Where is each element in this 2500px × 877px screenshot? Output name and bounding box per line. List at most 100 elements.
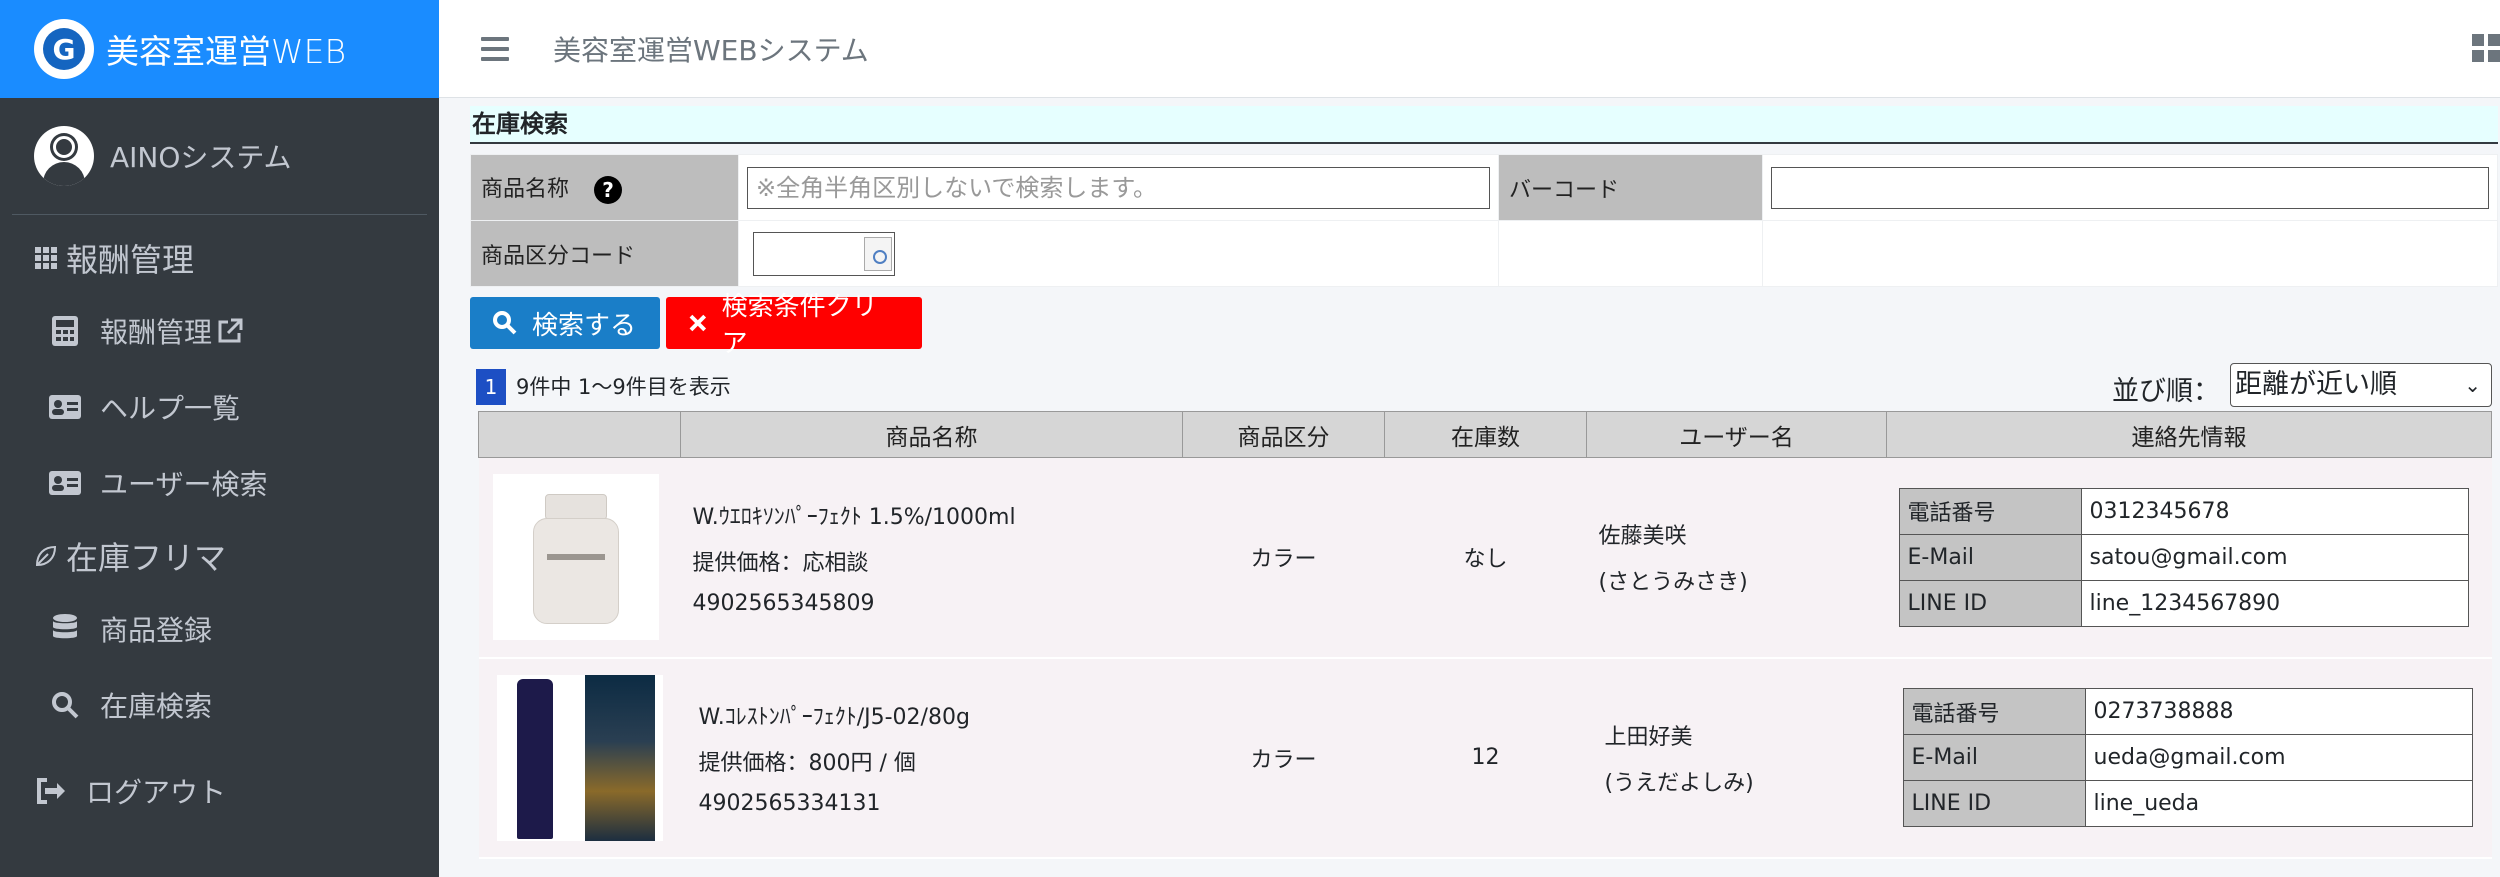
user-kana: (さとうみさき): [1598, 570, 1748, 596]
line-value: line_ueda: [2084, 780, 2473, 827]
sidebar: G 美容室運営WEB AINOシステム 報酬管理 報酬管理 ヘルプ一覧 ユーザー…: [0, 0, 439, 877]
contact-table: 電話番号 0312345678 E-Mail satou@gmail.com LIN…: [1898, 487, 2469, 627]
product-image-cell: [478, 457, 681, 659]
clear-button-label: 検索条件クリア: [721, 292, 878, 359]
product-image[interactable]: [492, 474, 659, 641]
page-title: 美容室運営WEBシステム: [553, 33, 869, 67]
leaf-icon: [35, 545, 57, 567]
search-button-label: 検索する: [532, 310, 637, 341]
col-header-category: 商品区分: [1182, 411, 1385, 458]
results-table: 商品名称 商品区分 在庫数 ユーザー名 連絡先情報 W.ｳｴﾛｷｿﾝﾊﾟｰﾌｪｸ…: [478, 411, 2492, 859]
grid-icon: [35, 247, 57, 269]
product-price: 提供価格：応相談: [692, 550, 869, 576]
logout-icon: [34, 774, 68, 808]
nav-header-label: 在庫フリマ: [66, 539, 227, 577]
col-header-user: ユーザー名: [1586, 411, 1887, 458]
user-kana: (うえだよしみ): [1604, 770, 1754, 796]
help-icon[interactable]: ?: [594, 176, 623, 204]
search-form: 商品名称 ? ※全角半角区別しないで検索します。 バーコード 商品区分コード: [470, 154, 2498, 287]
product-name-label-cell: 商品名称 ?: [470, 154, 739, 221]
id-card-icon: [48, 466, 82, 500]
stock-count: なし: [1384, 457, 1587, 659]
button-row: 検索する 検索条件クリア: [470, 292, 2500, 359]
col-header-stock: 在庫数: [1384, 411, 1587, 458]
table-row[interactable]: W.ｳｴﾛｷｿﾝﾊﾟｰﾌｪｸﾄ 1.5%/1000ml 提供価格：応相談 490…: [478, 457, 2492, 659]
close-icon: [689, 314, 707, 332]
line-value: line_1234567890: [2080, 579, 2469, 627]
product-name-cell: ※全角半角区別しないで検索します。: [738, 154, 1499, 221]
phone-key: 電話番号: [1902, 688, 2086, 735]
clear-conditions-button[interactable]: 検索条件クリア: [666, 292, 922, 359]
calculator-icon: [48, 314, 82, 348]
search-icon: [493, 311, 517, 335]
lookup-search-icon[interactable]: [864, 236, 892, 271]
product-category: カラー: [1182, 657, 1385, 859]
brand-name: 美容室運営WEB: [106, 25, 346, 73]
result-summary: 1 9件中 1～9件目を表示 並び順： 距離が近い順 ⌄: [470, 363, 2500, 409]
nav-header-flea-market: 在庫フリマ: [0, 521, 439, 591]
id-card-icon: [48, 390, 82, 424]
sidebar-item-stock-search[interactable]: 在庫検索: [0, 667, 439, 743]
sidebar-item-reward[interactable]: 報酬管理: [0, 293, 439, 369]
user-cell: 上田好美 (うえだよしみ): [1586, 657, 1887, 859]
product-image-cell: [478, 657, 681, 859]
nav-header-label: 報酬管理: [66, 241, 195, 279]
barcode-label: バーコード: [1498, 154, 1763, 221]
brand-name-main: 美容室運営: [106, 32, 271, 71]
hamburger-menu-icon[interactable]: [481, 36, 509, 61]
external-link-icon: [218, 318, 243, 343]
table-row[interactable]: W.ｺﾚｽﾄﾝﾊﾟｰﾌｪｸﾄ/J5-02/80g 提供価格：800円 / 個 4…: [478, 657, 2492, 859]
email-key: E-Mail: [1902, 734, 2086, 781]
nav-header-reward: 報酬管理: [0, 223, 439, 293]
sidebar-item-product-register[interactable]: 商品登録: [0, 591, 439, 667]
product-image[interactable]: [496, 674, 663, 841]
category-code-input[interactable]: [753, 231, 895, 276]
chevron-down-icon: ⌄: [2464, 373, 2481, 397]
category-code-label: 商品区分コード: [470, 220, 739, 287]
empty-cell: [1498, 220, 1763, 287]
logout-button[interactable]: ログアウト: [0, 753, 439, 829]
col-header-contact: 連絡先情報: [1886, 411, 2492, 458]
line-key: LINE ID: [1898, 579, 2082, 627]
contact-table: 電話番号 0273738888 E-Mail ueda@gmail.com LINE…: [1902, 688, 2473, 827]
search-icon: [48, 688, 82, 722]
sidebar-item-label: 在庫検索: [100, 690, 213, 723]
product-name-input[interactable]: ※全角半角区別しないで検索します。: [747, 166, 1490, 209]
sort-select[interactable]: 距離が近い順 ⌄: [2230, 363, 2492, 407]
sidebar-item-help-list[interactable]: ヘルプ一覧: [0, 369, 439, 445]
user-name: AINOシステム: [110, 141, 292, 174]
sort-selected-value: 距離が近い順: [2235, 369, 2397, 400]
barcode-cell: [1762, 154, 2498, 221]
col-header-product-name: 商品名称: [680, 411, 1183, 458]
sidebar-item-label: ユーザー検索: [100, 468, 268, 501]
main-content: 在庫検索 商品名称 ? ※全角半角区別しないで検索します。 バーコード 商品区分…: [470, 106, 2500, 859]
product-name: W.ｺﾚｽﾄﾝﾊﾟｰﾌｪｸﾄ/J5-02/80g: [698, 705, 970, 730]
col-header-image: [478, 411, 681, 458]
email-value: ueda@gmail.com: [2084, 734, 2473, 781]
category-code-cell: [738, 220, 1499, 287]
user-panel[interactable]: AINOシステム: [12, 98, 427, 215]
sidebar-item-label: 報酬管理: [100, 316, 213, 349]
product-name-label: 商品名称: [481, 177, 570, 202]
product-category: カラー: [1182, 457, 1385, 659]
contact-cell: 電話番号 0273738888 E-Mail ueda@gmail.com LINE…: [1886, 657, 2492, 859]
search-button[interactable]: 検索する: [470, 297, 660, 349]
pagination-page-1[interactable]: 1: [476, 369, 506, 405]
phone-value: 0273738888: [2084, 688, 2473, 735]
avatar-icon: [34, 126, 94, 186]
apps-grid-icon[interactable]: [2472, 34, 2500, 62]
sidebar-item-user-search[interactable]: ユーザー検索: [0, 445, 439, 521]
contact-cell: 電話番号 0312345678 E-Mail satou@gmail.com LIN…: [1886, 457, 2492, 659]
barcode-input[interactable]: [1771, 166, 2489, 209]
user-name: 上田好美: [1604, 724, 1693, 750]
sidebar-item-label: ヘルプ一覧: [100, 392, 241, 425]
brand-name-suffix: WEB: [271, 32, 347, 71]
database-icon: [48, 612, 82, 646]
sidebar-item-label: 商品登録: [100, 614, 213, 647]
brand-link[interactable]: G 美容室運営WEB: [0, 0, 439, 98]
brand-logo-icon: G: [34, 19, 94, 79]
email-value: satou@gmail.com: [2080, 533, 2469, 581]
email-key: E-Mail: [1898, 533, 2082, 581]
product-info-cell: W.ｳｴﾛｷｿﾝﾊﾟｰﾌｪｸﾄ 1.5%/1000ml 提供価格：応相談 490…: [680, 457, 1183, 659]
result-count: 9件中 1～9件目を表示: [516, 375, 731, 399]
